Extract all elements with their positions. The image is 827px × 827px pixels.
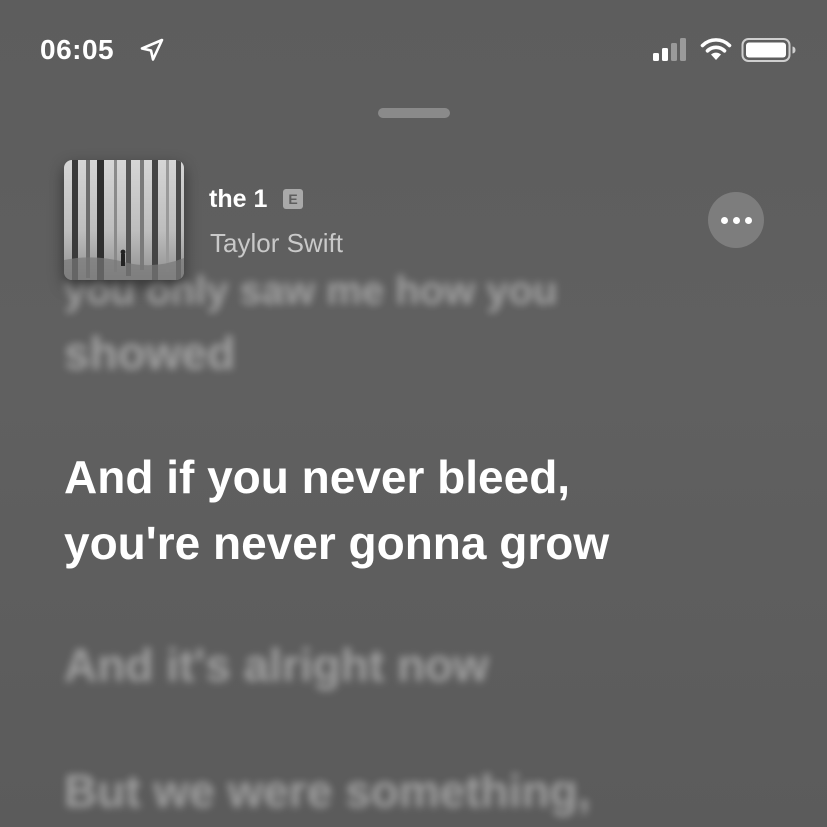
ellipsis-icon (744, 216, 752, 224)
battery-icon (741, 38, 796, 62)
ellipsis-icon (720, 216, 728, 224)
more-options-button[interactable] (708, 192, 764, 248)
song-title: the 1 (209, 185, 268, 213)
album-artwork[interactable] (64, 160, 184, 280)
ellipsis-icon (732, 216, 740, 224)
lyric-line-next-1[interactable]: And it's alright now (64, 632, 764, 698)
artist-name[interactable]: Taylor Swift (210, 228, 343, 258)
lyric-current-line-1: And if you never bleed, (64, 451, 571, 503)
lyric-line-next-2[interactable]: But we were something, (64, 758, 764, 824)
sheet-grabber[interactable] (378, 108, 450, 118)
cellular-signal-icon (653, 38, 686, 61)
lyric-current-line-2: you're never gonna grow (64, 517, 610, 569)
explicit-badge: E (283, 189, 303, 209)
wifi-icon (700, 38, 732, 60)
lyric-line-current[interactable]: And if you never bleed, you're never gon… (64, 444, 764, 576)
lyrics-view[interactable]: you only saw me how you showed And if yo… (0, 0, 827, 827)
location-arrow-icon (140, 38, 164, 61)
lyrics-screen: you only saw me how you showed And if yo… (0, 0, 827, 827)
lyric-line-previous[interactable]: showed (64, 320, 764, 386)
status-time: 06:05 (40, 34, 115, 65)
